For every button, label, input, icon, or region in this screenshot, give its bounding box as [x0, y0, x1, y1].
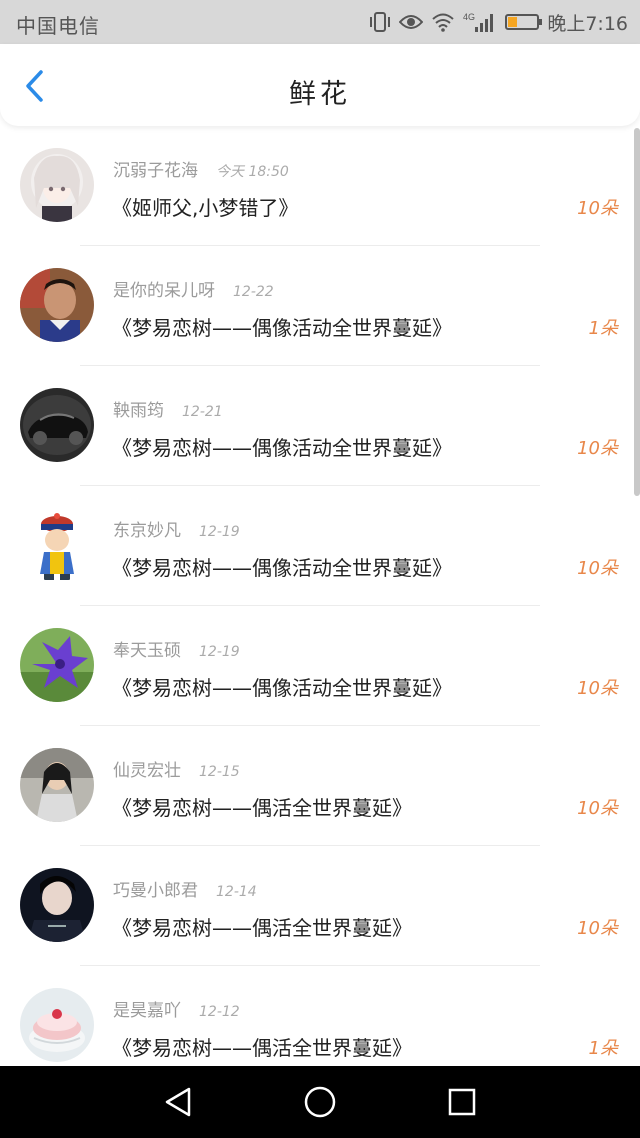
- message-title: 《梦易恋树——偶活全世界蔓延》: [112, 1036, 412, 1060]
- timestamp: 12-12: [199, 1004, 240, 1020]
- flower-list: 沉弱子花海 今天 18:50 《姬师父,小梦错了》 10朵 是你的呆儿呀 12-22: [0, 126, 640, 1066]
- message-title: 《梦易恋树——偶像活动全世界蔓延》: [112, 316, 452, 340]
- avatar[interactable]: [20, 388, 94, 462]
- screen: 中国电信 4G 晚上7:16 鲜花 沉弱子花海 今天 18:50 《姬师父,小梦…: [0, 0, 640, 1138]
- avatar[interactable]: [20, 628, 94, 702]
- back-triangle-icon: [165, 1087, 191, 1117]
- flower-count: 1朵: [588, 318, 618, 339]
- flower-count: 1朵: [588, 1038, 618, 1059]
- message-title: 《梦易恋树——偶像活动全世界蔓延》: [112, 676, 452, 700]
- avatar[interactable]: [20, 748, 94, 822]
- home-circle-icon: [304, 1086, 336, 1118]
- wifi-icon: [431, 12, 455, 32]
- username-text: 是昊嘉吖: [113, 1001, 181, 1021]
- message-title: 《梦易恋树——偶活全世界蔓延》: [112, 796, 412, 820]
- avatar[interactable]: [20, 148, 94, 222]
- timestamp: 12-21: [182, 404, 223, 420]
- status-bar: 中国电信 4G 晚上7:16: [0, 0, 640, 44]
- username-text: 是你的呆儿呀: [113, 281, 215, 301]
- flower-count: 10朵: [577, 798, 618, 819]
- avatar[interactable]: [20, 868, 94, 942]
- message-title: 《梦易恋树——偶活全世界蔓延》: [112, 916, 412, 940]
- nav-recents-button[interactable]: [444, 1084, 480, 1120]
- username: 沉弱子花海 今天 18:50: [113, 156, 289, 181]
- timestamp: 12-19: [199, 644, 240, 660]
- avatar[interactable]: [20, 988, 94, 1062]
- timestamp: 12-15: [199, 764, 240, 780]
- avatar[interactable]: [20, 508, 94, 582]
- username: 巧曼小郎君 12-14: [113, 876, 257, 901]
- list-item[interactable]: 巧曼小郎君 12-14 《梦易恋树——偶活全世界蔓延》 10朵: [0, 846, 640, 966]
- recents-square-icon: [448, 1088, 476, 1116]
- battery-icon: [505, 14, 543, 30]
- username: 东京妙凡 12-19: [113, 516, 240, 541]
- flower-count: 10朵: [577, 198, 618, 219]
- scrollbar[interactable]: [634, 128, 640, 496]
- username-text: 奉天玉硕: [113, 641, 181, 661]
- title-bar: 鲜花: [0, 44, 640, 126]
- list-item[interactable]: 奉天玉硕 12-19 《梦易恋树——偶像活动全世界蔓延》 10朵: [0, 606, 640, 726]
- page-title: 鲜花: [289, 79, 351, 110]
- username: 是你的呆儿呀 12-22: [113, 276, 274, 301]
- nav-back-button[interactable]: [160, 1084, 196, 1120]
- username: 鞅雨筠 12-21: [113, 396, 223, 421]
- flower-count: 10朵: [577, 438, 618, 459]
- timestamp: 今天 18:50: [216, 164, 289, 180]
- username-text: 仙灵宏壮: [113, 761, 181, 781]
- clock: 晚上7:16: [547, 12, 628, 35]
- username: 仙灵宏壮 12-15: [113, 756, 240, 781]
- message-title: 《梦易恋树——偶像活动全世界蔓延》: [112, 436, 452, 460]
- timestamp: 12-22: [233, 284, 274, 300]
- status-icons: 4G 晚上7:16: [369, 8, 628, 36]
- vibrate-icon: [369, 11, 391, 33]
- flower-count: 10朵: [577, 918, 618, 939]
- message-title: 《梦易恋树——偶像活动全世界蔓延》: [112, 556, 452, 580]
- flower-count: 10朵: [577, 558, 618, 579]
- flower-count: 10朵: [577, 678, 618, 699]
- timestamp: 12-14: [216, 884, 257, 900]
- list-item[interactable]: 是你的呆儿呀 12-22 《梦易恋树——偶像活动全世界蔓延》 1朵: [0, 246, 640, 366]
- carrier-label: 中国电信: [16, 14, 100, 38]
- list-item[interactable]: 鞅雨筠 12-21 《梦易恋树——偶像活动全世界蔓延》 10朵: [0, 366, 640, 486]
- nav-home-button[interactable]: [302, 1084, 338, 1120]
- avatar[interactable]: [20, 268, 94, 342]
- username: 奉天玉硕 12-19: [113, 636, 240, 661]
- list-item[interactable]: 仙灵宏壮 12-15 《梦易恋树——偶活全世界蔓延》 10朵: [0, 726, 640, 846]
- timestamp: 12-19: [199, 524, 240, 540]
- username-text: 沉弱子花海: [113, 161, 198, 181]
- eye-icon: [399, 12, 424, 32]
- navigation-bar: [0, 1066, 640, 1138]
- message-title: 《姬师父,小梦错了》: [112, 196, 299, 220]
- list-item[interactable]: 东京妙凡 12-19 《梦易恋树——偶像活动全世界蔓延》 10朵: [0, 486, 640, 606]
- username-text: 巧曼小郎君: [113, 881, 198, 901]
- 4g-signal-icon: 4G: [463, 11, 497, 33]
- list-item[interactable]: 是昊嘉吖 12-12 《梦易恋树——偶活全世界蔓延》 1朵: [0, 966, 640, 1066]
- username-text: 鞅雨筠: [113, 401, 164, 421]
- username-text: 东京妙凡: [113, 521, 181, 541]
- network-label: 4G: [463, 12, 475, 22]
- list-item[interactable]: 沉弱子花海 今天 18:50 《姬师父,小梦错了》 10朵: [0, 126, 640, 246]
- username: 是昊嘉吖 12-12: [113, 996, 240, 1021]
